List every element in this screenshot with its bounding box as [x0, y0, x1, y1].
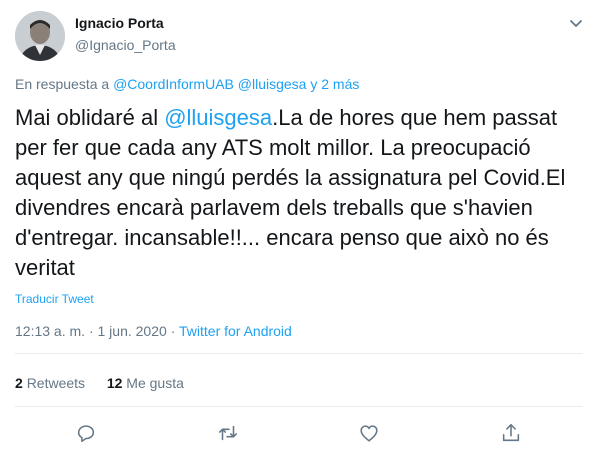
like-icon[interactable] [358, 422, 380, 444]
tweet-text-start: Mai oblidaré al [15, 105, 165, 130]
tweet-text: Mai oblidaré al @lluisgesa.La de hores q… [15, 103, 590, 283]
meta-separator: · [88, 323, 94, 339]
retweet-icon[interactable] [217, 422, 239, 444]
divider [15, 353, 583, 354]
author-handle[interactable]: @Ignacio_Porta [75, 37, 176, 53]
reply-mention-coordinformuab[interactable]: @CoordInformUAB [113, 76, 234, 92]
author-name[interactable]: Ignacio Porta [75, 15, 164, 31]
translate-tweet-link[interactable]: Traducir Tweet [15, 292, 94, 306]
reply-context: En respuesta a @CoordInformUAB @lluisges… [15, 76, 359, 92]
tweet-stats: 2 Retweets 12 Me gusta [15, 375, 184, 391]
chevron-down-icon[interactable] [568, 15, 584, 31]
reply-prefix: En respuesta a [15, 76, 110, 92]
tweet-meta: 12:13 a. m. · 1 jun. 2020 · Twitter for … [15, 323, 292, 339]
tweet-source-link[interactable]: Twitter for Android [179, 323, 292, 339]
divider [15, 406, 583, 407]
reply-icon[interactable] [75, 422, 97, 444]
tweet-text-rest: .La de hores que hem passat per fer que … [15, 105, 566, 280]
retweets-count: 2 [15, 375, 23, 391]
tweet-time[interactable]: 12:13 a. m. [15, 323, 85, 339]
avatar-photo [15, 11, 65, 61]
tweet-date[interactable]: 1 jun. 2020 [98, 323, 167, 339]
share-icon[interactable] [500, 422, 522, 444]
likes-count: 12 [106, 375, 123, 391]
likes-label: Me gusta [126, 375, 184, 391]
tweet-mention-link[interactable]: @lluisgesa [164, 105, 272, 130]
reply-more-link[interactable]: y 2 más [310, 76, 359, 92]
retweets-stat[interactable]: 2 Retweets [15, 375, 85, 391]
meta-separator: · [170, 323, 176, 339]
reply-mention-lluisgesa[interactable]: @lluisgesa [238, 76, 307, 92]
likes-stat[interactable]: 12 Me gusta [107, 375, 184, 391]
retweets-label: Retweets [26, 375, 86, 391]
avatar[interactable] [15, 11, 65, 61]
